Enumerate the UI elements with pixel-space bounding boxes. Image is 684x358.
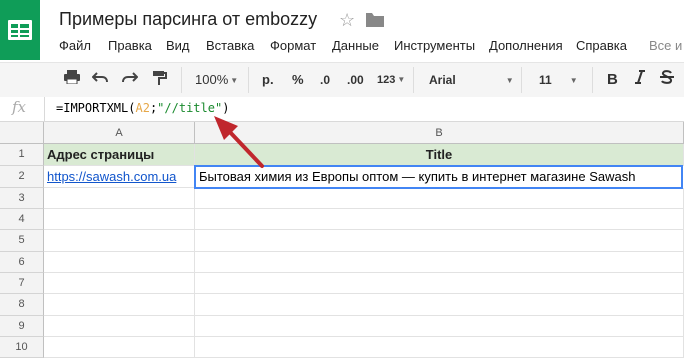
- row-header[interactable]: 7: [0, 273, 44, 294]
- more-formats-button[interactable]: 123 ▼: [377, 70, 405, 90]
- undo-button[interactable]: [91, 70, 108, 90]
- menu-file[interactable]: Файл: [59, 38, 91, 53]
- folder-icon[interactable]: [366, 13, 384, 27]
- chevron-down-icon: ▼: [505, 75, 514, 85]
- formula-function: =IMPORTXML(: [56, 101, 136, 115]
- cell-empty[interactable]: [44, 273, 195, 294]
- redo-icon: [122, 72, 139, 83]
- formula-bar: fx =IMPORTXML(A2;"//title"): [0, 97, 684, 122]
- cell-empty[interactable]: [195, 316, 684, 337]
- row-header[interactable]: 1: [0, 144, 44, 166]
- zoom-select[interactable]: 100% ▼: [195, 70, 238, 90]
- toolbar: 100% ▼ р. % .0 .00 123 ▼ Arial ▼ 11 ▼ B: [0, 62, 684, 98]
- redo-button[interactable]: [122, 70, 139, 90]
- document-title[interactable]: Примеры парсинга от embozzy: [59, 9, 317, 30]
- menu-view[interactable]: Вид: [166, 38, 190, 53]
- cell-empty[interactable]: [44, 316, 195, 337]
- italic-icon: [635, 70, 645, 84]
- font-size-value: 11: [539, 73, 552, 87]
- row-header[interactable]: 6: [0, 252, 44, 273]
- cell-empty[interactable]: [195, 273, 684, 294]
- cell-b1[interactable]: Title: [195, 144, 684, 166]
- toolbar-separator: [248, 67, 249, 93]
- cell-empty[interactable]: [195, 209, 684, 230]
- toolbar-separator: [181, 67, 182, 93]
- cell-b2-selected[interactable]: Бытовая химия из Европы оптом — купить в…: [194, 165, 683, 189]
- cell-empty[interactable]: [195, 294, 684, 316]
- sheets-grid-icon: [8, 20, 32, 40]
- menu-addons[interactable]: Дополнения: [489, 38, 563, 53]
- star-icon[interactable]: ☆: [339, 10, 355, 31]
- cell-a1[interactable]: Адрес страницы: [44, 144, 195, 166]
- menu-tools[interactable]: Инструменты: [394, 38, 475, 53]
- column-header-a[interactable]: A: [44, 122, 195, 144]
- increase-decimals-button[interactable]: .00: [347, 70, 364, 90]
- formula-cell-reference: A2: [135, 101, 150, 115]
- cell-empty[interactable]: [195, 252, 684, 273]
- cell-a2[interactable]: https://sawash.com.ua: [44, 166, 195, 188]
- currency-format-button[interactable]: р.: [262, 70, 274, 90]
- italic-button[interactable]: [635, 70, 645, 90]
- formula-xpath-string: "//title": [157, 101, 223, 115]
- chevron-down-icon: ▼: [230, 75, 239, 85]
- zoom-value: 100%: [195, 72, 229, 87]
- menu-help[interactable]: Справка: [576, 38, 627, 53]
- toolbar-separator: [413, 67, 414, 93]
- cell-empty[interactable]: [44, 209, 195, 230]
- menu-edit[interactable]: Правка: [108, 38, 152, 53]
- formula-closing-paren: ): [222, 101, 230, 115]
- menu-insert[interactable]: Вставка: [206, 38, 254, 53]
- toolbar-separator: [521, 67, 522, 93]
- bold-button[interactable]: B: [607, 70, 618, 90]
- cell-empty[interactable]: [195, 230, 684, 252]
- cell-empty[interactable]: [44, 294, 195, 316]
- cell-empty[interactable]: [44, 230, 195, 252]
- cell-empty[interactable]: [44, 252, 195, 273]
- row-header[interactable]: 9: [0, 316, 44, 337]
- font-select[interactable]: Arial ▼: [429, 70, 514, 90]
- decrease-decimals-button[interactable]: .0: [320, 70, 330, 90]
- row-header[interactable]: 5: [0, 230, 44, 252]
- cell-empty[interactable]: [44, 188, 195, 209]
- percent-format-button[interactable]: %: [292, 70, 304, 90]
- more-formats-label: 123: [377, 74, 396, 86]
- menu-all-changes[interactable]: Все и: [649, 38, 682, 53]
- row-header[interactable]: 3: [0, 188, 44, 209]
- toolbar-separator: [592, 67, 593, 93]
- menu-data[interactable]: Данные: [332, 38, 379, 53]
- paint-format-button[interactable]: [153, 70, 167, 90]
- chevron-down-icon: ▼: [397, 75, 406, 85]
- formula-bar-divider: [44, 97, 45, 121]
- row-header[interactable]: 2: [0, 166, 44, 188]
- font-size-select[interactable]: 11 ▼: [539, 70, 578, 90]
- cell-empty[interactable]: [44, 337, 195, 358]
- row-header[interactable]: 8: [0, 294, 44, 316]
- sheets-logo[interactable]: [0, 0, 40, 62]
- column-header-b[interactable]: B: [195, 122, 684, 144]
- print-icon: [64, 70, 80, 85]
- row-header[interactable]: 10: [0, 337, 44, 358]
- print-button[interactable]: [64, 70, 80, 90]
- select-all-corner[interactable]: [0, 122, 44, 144]
- row-header[interactable]: 4: [0, 209, 44, 230]
- paint-format-icon: [153, 71, 167, 85]
- cell-empty[interactable]: [195, 188, 684, 209]
- formula-input[interactable]: =IMPORTXML(A2;"//title"): [56, 101, 229, 115]
- spreadsheet-grid: A B 1 2 3 4 5 6 7 8 9 10 Адрес страницы …: [0, 122, 684, 358]
- fx-icon: fx: [12, 98, 27, 116]
- strikethrough-button[interactable]: [660, 70, 674, 90]
- font-value: Arial: [429, 73, 456, 87]
- undo-icon: [91, 72, 108, 83]
- cell-empty[interactable]: [195, 337, 684, 358]
- chevron-down-icon: ▼: [569, 75, 578, 85]
- strikethrough-icon: [660, 70, 674, 84]
- menu-format[interactable]: Формат: [270, 38, 316, 53]
